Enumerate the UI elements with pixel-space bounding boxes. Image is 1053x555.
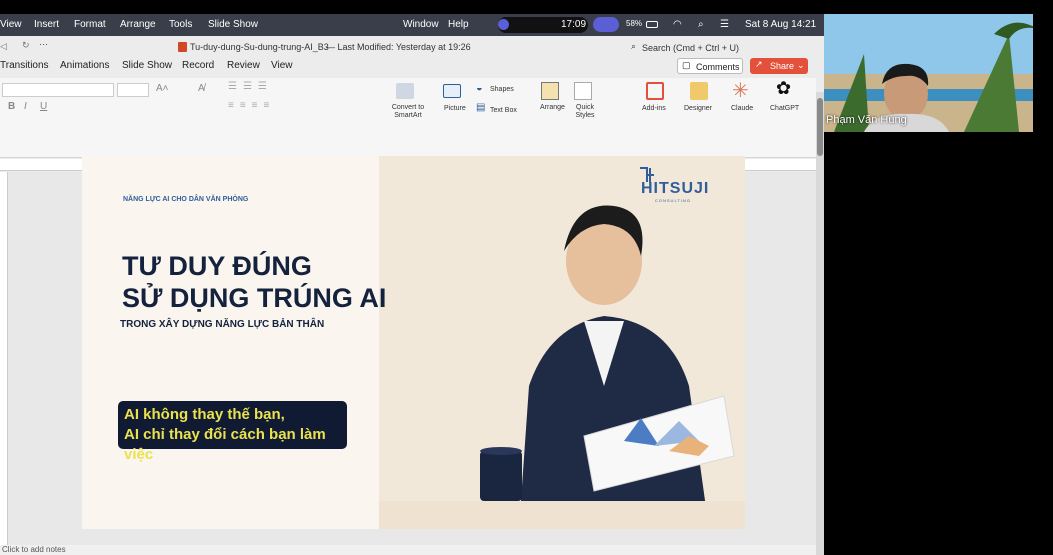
add-ins-icon[interactable] — [646, 82, 664, 100]
vertical-ruler[interactable] — [0, 172, 8, 547]
last-modified[interactable]: — Last Modified: Yesterday at 19:26 — [326, 42, 471, 52]
underline-icon[interactable]: U — [40, 101, 47, 112]
font-family-select[interactable] — [2, 83, 114, 97]
wifi-icon[interactable]: ◠ — [673, 19, 682, 30]
slide-subtitle: TRONG XÂY DỰNG NĂNG LỰC BẢN THÂN — [120, 319, 325, 330]
menu-view[interactable]: View — [0, 19, 22, 30]
document-filename: Tu-duy-dung-Su-dung-trung-AI_B3 — [190, 42, 329, 52]
menu-format[interactable]: Format — [74, 19, 106, 30]
search-icon: ⌕ — [631, 41, 637, 51]
tab-slide-show[interactable]: Slide Show — [122, 60, 172, 71]
menu-arrange[interactable]: Arrange — [120, 19, 156, 30]
brand-logo-text: HITSUJI — [641, 180, 710, 197]
brand-logo-tagline: CONSULTING — [655, 198, 691, 203]
text-box-label[interactable]: Text Box — [490, 107, 517, 114]
grow-font-icon[interactable]: A˄ — [156, 83, 169, 94]
text-align-icons[interactable]: ≡≡≡≡ — [228, 100, 275, 111]
menubar-datetime[interactable]: Sat 8 Aug 14:21 — [745, 19, 816, 30]
chatgpt-label[interactable]: ChatGPT — [770, 105, 799, 112]
screen-bezel-top — [0, 0, 1053, 14]
slide-title-line1: TƯ DUY ĐÚNG — [122, 251, 312, 281]
recording-icon — [498, 19, 509, 30]
comments-label: Comments — [696, 62, 740, 72]
powerpoint-window: ◁ ↻ ⋯ Tu-duy-dung-Su-dung-trung-AI_B3 — … — [0, 36, 824, 555]
convert-smartart-icon[interactable] — [396, 83, 414, 99]
slide[interactable]: NĂNG LỰC AI CHO DÂN VĂN PHÒNG TƯ DUY ĐÚN… — [82, 156, 745, 529]
italic-icon[interactable]: I — [24, 101, 27, 112]
arrange-label[interactable]: Arrange — [540, 104, 565, 111]
designer-icon[interactable] — [690, 82, 708, 100]
menu-window[interactable]: Window — [403, 19, 439, 30]
chevron-down-icon: ⌄ — [797, 60, 805, 70]
comments-button[interactable]: ▢ Comments — [677, 58, 743, 74]
quote-line2: AI chỉ thay đổi cách bạn làm việc — [124, 426, 326, 463]
spotlight-search-icon[interactable]: ⌕ — [698, 19, 704, 30]
slide-kicker: NĂNG LỰC AI CHO DÂN VĂN PHÒNG — [123, 196, 249, 203]
shapes-label[interactable]: Shapes — [490, 86, 514, 93]
quote-line1: AI không thay thế bạn, — [124, 406, 285, 423]
bold-icon[interactable]: B — [8, 101, 15, 112]
businessman-illustration — [379, 156, 745, 529]
slide-quote-box: AI không thay thế bạn, AI chỉ thay đổi c… — [118, 401, 347, 463]
video-call-tile[interactable]: Phạm Văn Hùng — [824, 14, 1038, 132]
share-button[interactable]: ↗ Share ⌄ — [750, 58, 808, 74]
scrollbar-thumb[interactable] — [817, 98, 823, 156]
quick-styles-label[interactable]: Quick Styles — [574, 104, 596, 120]
chatgpt-icon[interactable]: ✿ — [776, 78, 791, 99]
clock-center: 17:09 — [561, 19, 587, 30]
menu-insert[interactable]: Insert — [34, 19, 59, 30]
designer-label[interactable]: Designer — [684, 105, 712, 112]
participant-name: Phạm Văn Hùng — [826, 114, 907, 126]
slide-title-line2: SỬ DỤNG TRÚNG AI — [122, 283, 387, 313]
convert-smartart-label[interactable]: Convert to SmartArt — [388, 104, 428, 120]
redo-icon[interactable]: ↻ — [22, 40, 30, 51]
battery-label: 58% — [626, 19, 643, 28]
search-field[interactable]: Search (Cmd + Ctrl + U) — [642, 43, 739, 53]
tab-review[interactable]: Review — [227, 60, 260, 71]
shapes-icon[interactable]: ◒ — [476, 82, 483, 94]
tab-transitions[interactable]: Transitions — [0, 60, 49, 71]
picture-label[interactable]: Picture — [444, 105, 466, 112]
slide-photo — [379, 156, 745, 529]
screen: View Insert Format Arrange Tools Slide S… — [0, 0, 1053, 555]
screen-share-icon[interactable] — [593, 17, 619, 32]
vertical-scrollbar[interactable] — [816, 92, 824, 555]
back-icon[interactable]: ◁ — [0, 41, 7, 52]
clear-format-icon[interactable]: A̸ — [198, 83, 205, 94]
text-box-icon[interactable]: ▤ — [476, 102, 485, 113]
ribbon-tabs: Transitions Animations Slide Show Record… — [0, 56, 824, 76]
screen-bezel-right — [1033, 0, 1053, 555]
control-center-icon[interactable]: ☰ — [720, 19, 729, 30]
comment-icon: ▢ — [682, 60, 691, 70]
picture-icon[interactable] — [443, 84, 461, 98]
battery-icon[interactable] — [646, 21, 658, 28]
add-ins-label[interactable]: Add-ins — [642, 105, 666, 112]
font-size-select[interactable] — [117, 83, 149, 97]
share-icon: ↗ — [755, 59, 763, 69]
claude-label[interactable]: Claude — [731, 105, 753, 112]
menu-bar: View Insert Format Arrange Tools Slide S… — [0, 14, 824, 36]
menu-help[interactable]: Help — [448, 19, 469, 30]
arrange-icon[interactable] — [541, 82, 559, 100]
share-label: Share — [770, 61, 795, 71]
menu-slide-show[interactable]: Slide Show — [208, 19, 258, 30]
notes-pane[interactable]: Click to add notes — [0, 545, 816, 555]
ribbon: A˄ A̸ B I U ≡≡≡≡ ☰☰☰ Convert to SmartArt… — [0, 78, 816, 158]
quick-styles-icon[interactable] — [574, 82, 592, 100]
menu-tools[interactable]: Tools — [169, 19, 192, 30]
bullets-icon[interactable]: ☰☰☰ — [228, 81, 273, 92]
claude-icon[interactable]: ✳ — [732, 78, 749, 103]
title-bar: ◁ ↻ ⋯ Tu-duy-dung-Su-dung-trung-AI_B3 — … — [0, 36, 824, 56]
tab-record[interactable]: Record — [182, 60, 214, 71]
tab-animations[interactable]: Animations — [60, 60, 109, 71]
tab-view[interactable]: View — [271, 60, 293, 71]
pptx-file-icon — [178, 42, 187, 52]
more-icon[interactable]: ⋯ — [39, 39, 48, 50]
